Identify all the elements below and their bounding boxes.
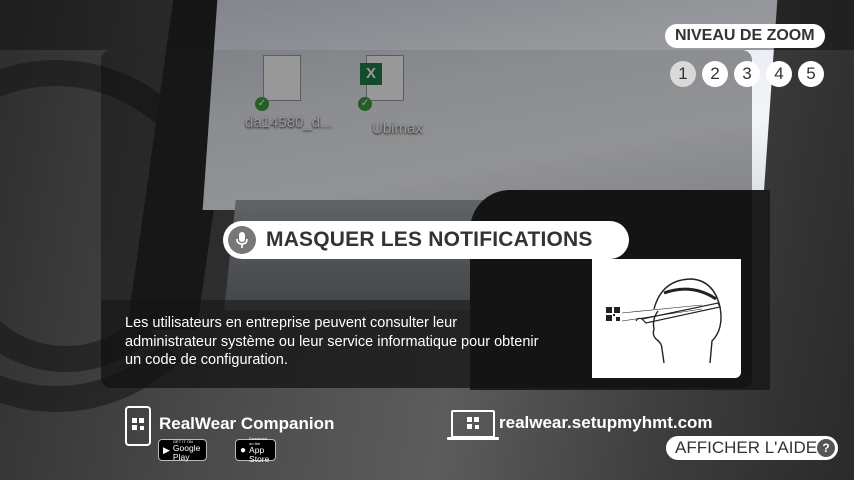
- zoom-level-selector: 1 2 3 4 5: [670, 61, 824, 87]
- hide-notifications-label: MASQUER LES NOTIFICATIONS: [266, 228, 593, 251]
- headset-scan-illustration: [592, 259, 741, 378]
- show-help-button[interactable]: AFFICHER L'AIDE ?: [666, 436, 838, 460]
- qr-code-icon: [606, 307, 620, 321]
- zoom-level-title[interactable]: NIVEAU DE ZOOM: [665, 24, 825, 48]
- google-play-icon: ▶: [163, 444, 170, 455]
- hide-notifications-button[interactable]: MASQUER LES NOTIFICATIONS: [223, 221, 629, 259]
- zoom-level-3-button[interactable]: 3: [734, 61, 760, 87]
- google-play-badge[interactable]: ▶ GET IT ON Google Play: [158, 439, 208, 461]
- zoom-level-1-button[interactable]: 1: [670, 61, 696, 87]
- microphone-icon: [228, 226, 256, 254]
- zoom-level-4-button[interactable]: 4: [766, 61, 792, 87]
- configuration-description: Les utilisateurs en entreprise peuvent c…: [125, 315, 539, 368]
- laptop-qr-icon: [451, 410, 495, 438]
- app-store-badge[interactable]: ● Download on the App Store: [235, 436, 277, 464]
- laptop-base: [447, 437, 499, 440]
- zoom-level-2-button[interactable]: 2: [702, 61, 728, 87]
- setup-url-link[interactable]: realwear.setupmyhmt.com: [499, 413, 713, 433]
- question-icon: ?: [817, 439, 835, 457]
- zoom-level-5-button[interactable]: 5: [798, 61, 824, 87]
- companion-app-title: RealWear Companion: [159, 414, 335, 433]
- apple-icon: ●: [240, 444, 247, 456]
- phone-qr-icon: [125, 406, 151, 446]
- show-help-label: AFFICHER L'AIDE: [675, 438, 818, 457]
